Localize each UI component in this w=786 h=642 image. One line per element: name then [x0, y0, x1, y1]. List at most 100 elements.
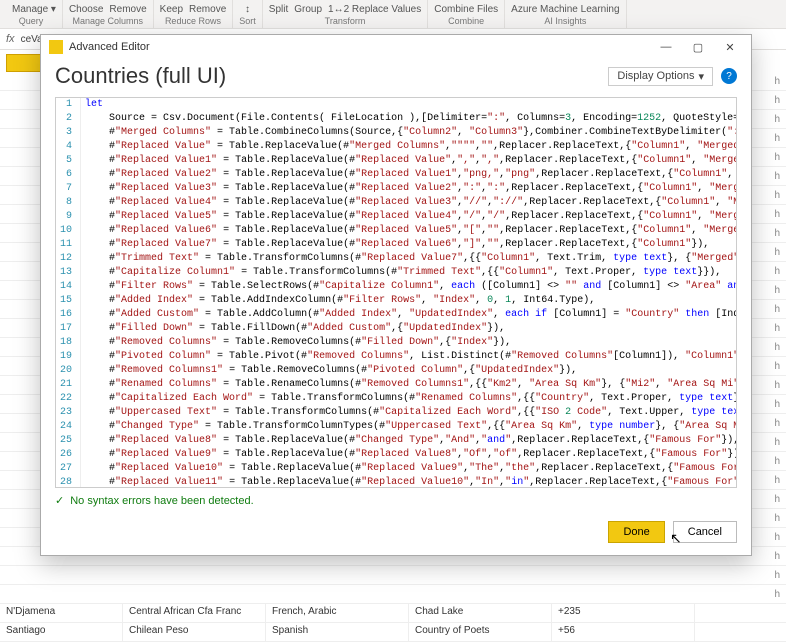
ribbon-item[interactable]: 1↔2 Replace Values	[328, 4, 421, 15]
ribbon-group: Manage ▾Query	[0, 0, 63, 28]
syntax-status: ✓ No syntax errors have been detected.	[41, 488, 751, 513]
line-number: 15	[56, 294, 81, 308]
code-line[interactable]: let	[81, 98, 737, 112]
ribbon: Manage ▾QueryChooseRemoveManage ColumnsK…	[0, 0, 786, 29]
line-number: 1	[56, 98, 81, 112]
code-line[interactable]: #"Replaced Value2" = Table.ReplaceValue(…	[81, 168, 737, 182]
line-number: 24	[56, 420, 81, 434]
line-number: 28	[56, 476, 81, 488]
line-number: 20	[56, 364, 81, 378]
table-row: N'Djamena Central African Cfa Franc Fren…	[0, 604, 786, 623]
ribbon-group-label: Sort	[239, 16, 256, 28]
code-line[interactable]: #"Replaced Value" = Table.ReplaceValue(#…	[81, 140, 737, 154]
line-number: 10	[56, 224, 81, 238]
check-icon: ✓	[55, 494, 64, 507]
ribbon-group: ↕Sort	[233, 0, 263, 28]
dialog-title: Countries (full UI)	[55, 63, 226, 89]
fx-label: fx	[6, 33, 15, 45]
line-number: 27	[56, 462, 81, 476]
line-number: 13	[56, 266, 81, 280]
ribbon-group-label: Reduce Rows	[165, 16, 221, 28]
app-icon	[49, 40, 63, 54]
advanced-editor-dialog: Advanced Editor — ▢ ✕ Countries (full UI…	[40, 34, 752, 556]
code-line[interactable]: #"Removed Columns" = Table.RemoveColumns…	[81, 336, 737, 350]
code-line[interactable]: #"Changed Type" = Table.TransformColumnT…	[81, 420, 737, 434]
display-options-dropdown[interactable]: Display Options ▾	[608, 67, 713, 86]
code-line[interactable]: #"Renamed Columns" = Table.RenameColumns…	[81, 378, 737, 392]
maximize-button[interactable]: ▢	[685, 37, 711, 57]
ribbon-group: Choose RemoveManage Columns	[63, 0, 154, 28]
table-row: Santiago Chilean Peso Spanish Country of…	[0, 623, 786, 642]
line-number: 8	[56, 196, 81, 210]
ribbon-item[interactable]: Remove	[109, 4, 146, 15]
dialog-buttons: Done Cancel	[41, 513, 751, 555]
ribbon-group-label: Manage Columns	[73, 16, 144, 28]
line-number: 17	[56, 322, 81, 336]
code-line[interactable]: #"Replaced Value10" = Table.ReplaceValue…	[81, 462, 737, 476]
line-number: 9	[56, 210, 81, 224]
line-number: 19	[56, 350, 81, 364]
ribbon-group: Keep RemoveReduce Rows	[154, 0, 234, 28]
ribbon-item[interactable]: Manage ▾	[12, 4, 56, 15]
line-number: 7	[56, 182, 81, 196]
ribbon-item[interactable]: Choose	[69, 4, 103, 15]
code-line[interactable]: #"Replaced Value5" = Table.ReplaceValue(…	[81, 210, 737, 224]
code-line[interactable]: #"Replaced Value7" = Table.ReplaceValue(…	[81, 238, 737, 252]
help-icon[interactable]: ?	[721, 68, 737, 84]
code-line[interactable]: #"Added Index" = Table.AddIndexColumn(#"…	[81, 294, 737, 308]
ribbon-item[interactable]: Keep	[160, 4, 183, 15]
ribbon-group-label: Transform	[325, 16, 366, 28]
ribbon-group-label: AI Insights	[544, 16, 586, 28]
line-number: 21	[56, 378, 81, 392]
minimize-button[interactable]: —	[653, 37, 679, 57]
done-button[interactable]: Done	[608, 521, 664, 543]
line-number: 25	[56, 434, 81, 448]
code-editor[interactable]: 1let2 Source = Csv.Document(File.Content…	[55, 97, 737, 488]
code-line[interactable]: #"Replaced Value6" = Table.ReplaceValue(…	[81, 224, 737, 238]
code-line[interactable]: #"Filled Down" = Table.FillDown(#"Added …	[81, 322, 737, 336]
line-number: 5	[56, 154, 81, 168]
line-number: 16	[56, 308, 81, 322]
ribbon-item[interactable]: Split	[269, 4, 288, 15]
cancel-button[interactable]: Cancel	[673, 521, 737, 543]
code-line[interactable]: #"Replaced Value11" = Table.ReplaceValue…	[81, 476, 737, 488]
code-line[interactable]: #"Replaced Value1" = Table.ReplaceValue(…	[81, 154, 737, 168]
line-number: 6	[56, 168, 81, 182]
ribbon-group: Azure Machine LearningAI Insights	[505, 0, 626, 28]
ribbon-item[interactable]: Combine Files	[434, 4, 498, 15]
ribbon-group: Combine FilesCombine	[428, 0, 505, 28]
code-line[interactable]: #"Replaced Value4" = Table.ReplaceValue(…	[81, 196, 737, 210]
line-number: 3	[56, 126, 81, 140]
line-number: 22	[56, 392, 81, 406]
code-line[interactable]: #"Capitalize Column1" = Table.TransformC…	[81, 266, 737, 280]
code-line[interactable]: #"Removed Columns1" = Table.RemoveColumn…	[81, 364, 737, 378]
ribbon-item[interactable]: Group	[294, 4, 322, 15]
code-line[interactable]: #"Trimmed Text" = Table.TransformColumns…	[81, 252, 737, 266]
code-line[interactable]: #"Uppercased Text" = Table.TransformColu…	[81, 406, 737, 420]
code-line[interactable]: #"Filter Rows" = Table.SelectRows(#"Capi…	[81, 280, 737, 294]
line-number: 11	[56, 238, 81, 252]
line-number: 2	[56, 112, 81, 126]
code-line[interactable]: #"Replaced Value3" = Table.ReplaceValue(…	[81, 182, 737, 196]
ribbon-item[interactable]: ↕	[245, 4, 250, 15]
dialog-titlebar: Advanced Editor — ▢ ✕	[41, 35, 751, 59]
line-number: 4	[56, 140, 81, 154]
line-number: 26	[56, 448, 81, 462]
code-line[interactable]: #"Capitalized Each Word" = Table.Transfo…	[81, 392, 737, 406]
ribbon-item[interactable]: Remove	[189, 4, 226, 15]
close-button[interactable]: ✕	[717, 37, 743, 57]
code-line[interactable]: #"Pivoted Column" = Table.Pivot(#"Remove…	[81, 350, 737, 364]
code-line[interactable]: #"Replaced Value9" = Table.ReplaceValue(…	[81, 448, 737, 462]
ribbon-item[interactable]: Azure Machine Learning	[511, 4, 619, 15]
ribbon-group-label: Query	[19, 16, 44, 28]
line-number: 12	[56, 252, 81, 266]
line-number: 14	[56, 280, 81, 294]
line-number: 18	[56, 336, 81, 350]
code-line[interactable]: #"Added Custom" = Table.AddColumn(#"Adde…	[81, 308, 737, 322]
code-line[interactable]: #"Merged Columns" = Table.CombineColumns…	[81, 126, 737, 140]
dialog-header: Countries (full UI) Display Options ▾ ?	[41, 59, 751, 97]
code-line[interactable]: #"Replaced Value8" = Table.ReplaceValue(…	[81, 434, 737, 448]
line-number: 23	[56, 406, 81, 420]
ribbon-group: Split Group 1↔2 Replace ValuesTransform	[263, 0, 428, 28]
code-line[interactable]: Source = Csv.Document(File.Contents( Fil…	[81, 112, 737, 126]
